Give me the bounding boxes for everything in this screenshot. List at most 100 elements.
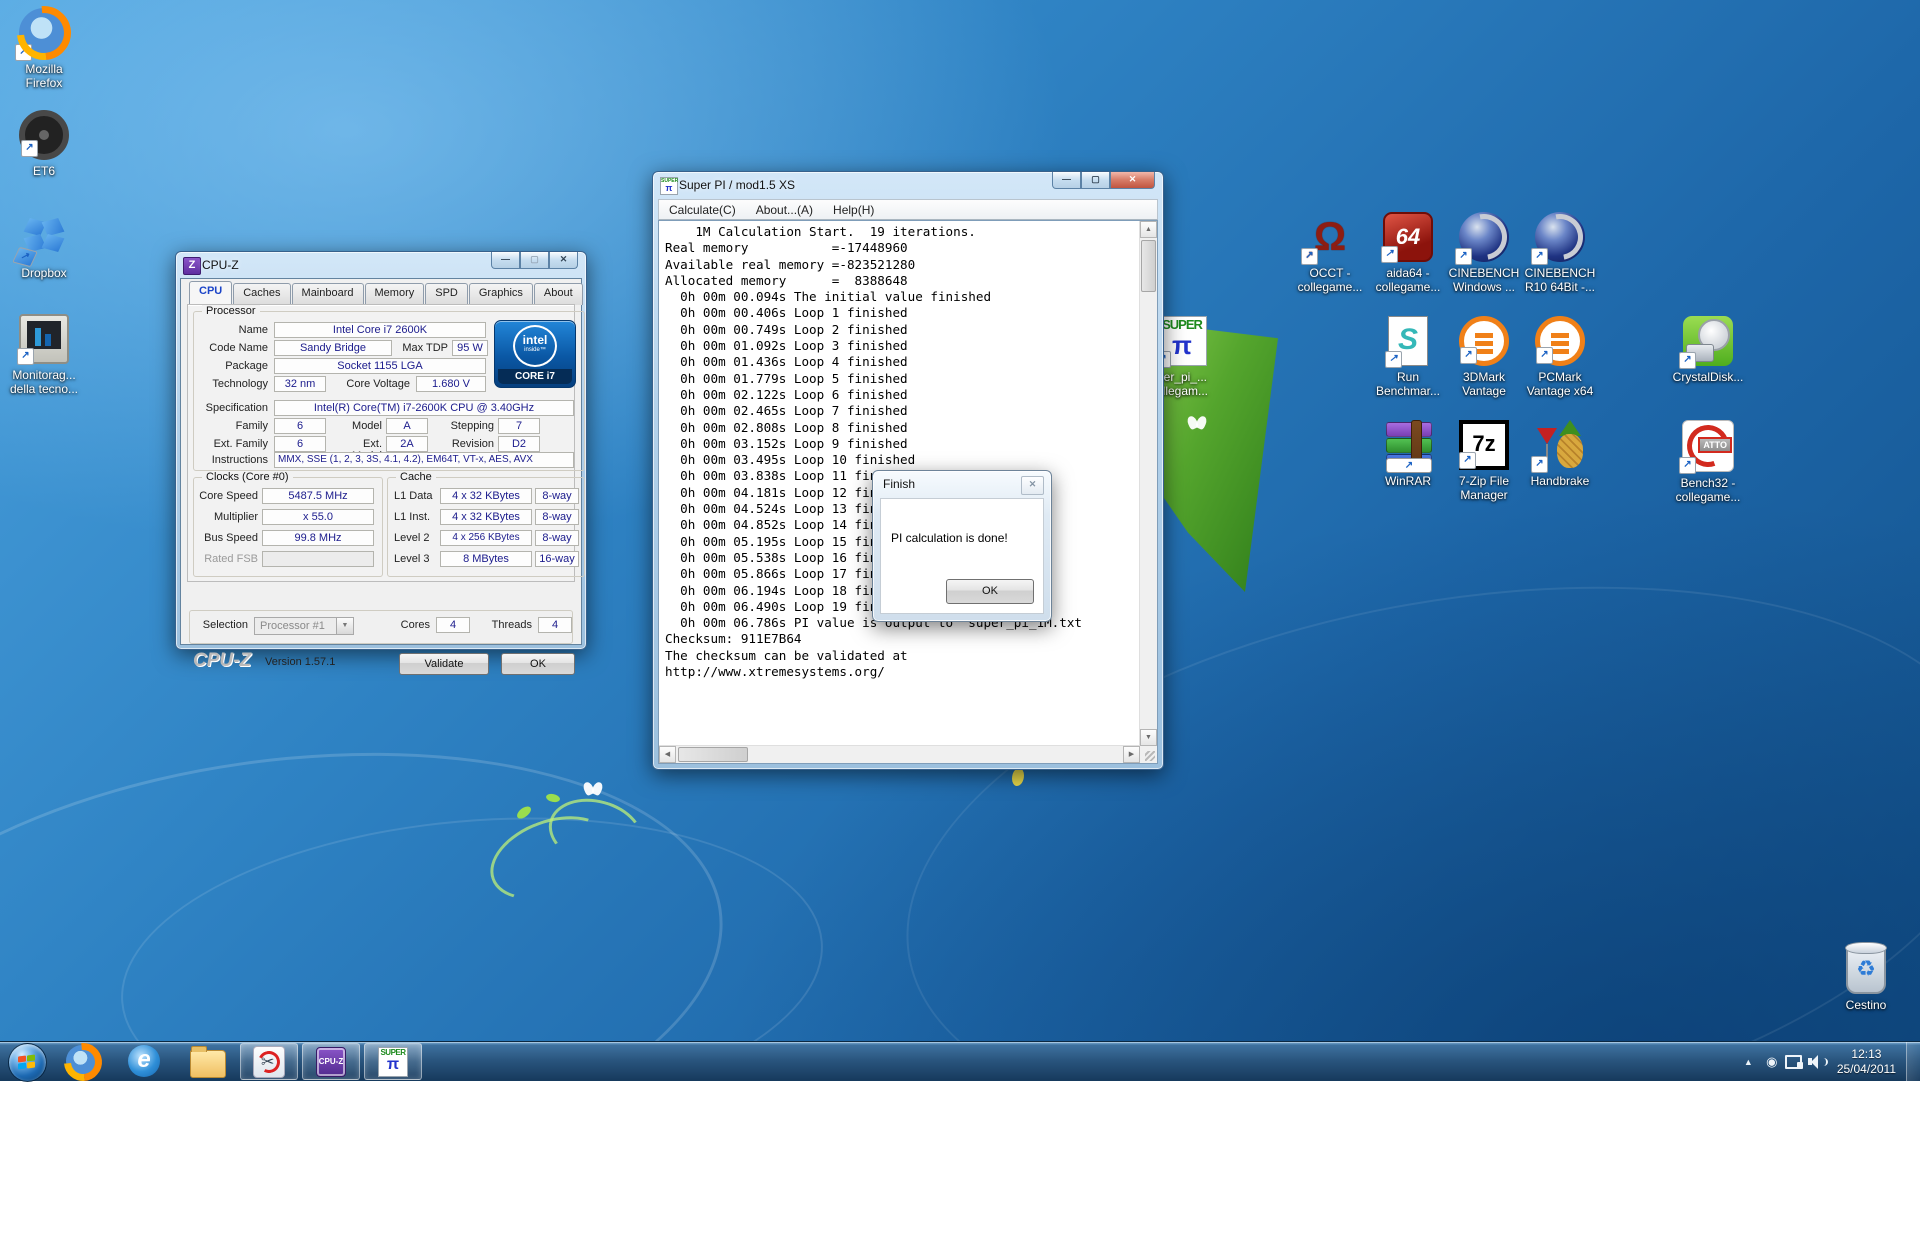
close-button[interactable]: ✕ <box>1110 172 1155 189</box>
field-value: 95 W <box>452 340 488 356</box>
finish-ok-button[interactable]: OK <box>946 579 1034 604</box>
field-value: 4 x 32 KBytes <box>440 509 532 525</box>
wallpaper-sprout <box>488 800 668 890</box>
horizontal-scrollbar[interactable]: ◀ ▶ <box>659 745 1140 763</box>
finish-dialog-titlebar[interactable]: Finish ✕ <box>873 471 1051 497</box>
menu-item-1[interactable]: About...(A) <box>746 203 823 217</box>
field-label: Model <box>332 420 382 432</box>
tab-0[interactable]: CPU <box>189 281 232 306</box>
close-button[interactable]: ✕ <box>549 252 578 269</box>
minimize-button[interactable]: — <box>1052 172 1081 189</box>
desktop-icon-bench32-atto[interactable]: ATTO↗ Bench32 -collegame... <box>1660 420 1756 504</box>
cpuz-cpu-tab-page: Processor Name Intel Core i7 2600K intel… <box>187 304 575 582</box>
taskbar-snipping-tool-button[interactable]: ✂ <box>240 1043 298 1080</box>
desktop-icon-recycle-bin[interactable]: ♻ Cestino <box>1818 944 1914 1012</box>
desktop-icon-monitoring[interactable]: ↗ Monitorag...della tecno... <box>0 314 92 396</box>
show-desktop-button[interactable] <box>1906 1042 1920 1081</box>
scroll-right-icon[interactable]: ▶ <box>1123 746 1140 763</box>
shortcut-arrow-icon: ↗ <box>1536 347 1553 364</box>
menu-item-2[interactable]: Help(H) <box>823 203 884 217</box>
scroll-up-icon[interactable]: ▲ <box>1140 221 1157 238</box>
shortcut-arrow-icon: ↗ <box>1455 248 1472 265</box>
field-value: 6 <box>274 436 326 452</box>
handbrake-pineapple-icon: ↗ <box>1535 420 1585 470</box>
console-line-10: 0h 00m 02.122s Loop 6 finished <box>665 387 1137 403</box>
field-label: Family <box>196 420 268 432</box>
field-value: Intel(R) Core(TM) i7-2600K CPU @ 3.40GHz <box>274 400 574 416</box>
taskbar-firefox-icon[interactable] <box>66 1045 100 1079</box>
tab-6[interactable]: About <box>534 283 583 305</box>
scroll-left-icon[interactable]: ◀ <box>659 746 676 763</box>
field-label: Bus Speed <box>196 532 258 544</box>
processor-select[interactable]: Processor #1▼ <box>254 617 354 635</box>
field-value: 1.680 V <box>416 376 486 392</box>
desktop-icon-crystaldisk[interactable]: ↗ CrystalDisk... <box>1660 316 1756 384</box>
superpi-taskbar-icon: SUPERπ <box>378 1047 408 1077</box>
shortcut-arrow-icon: ↗ <box>1531 456 1548 473</box>
field-label: Core Voltage <box>332 378 410 390</box>
field-value: MMX, SSE (1, 2, 3, 3S, 4.1, 4.2), EM64T,… <box>274 452 574 468</box>
taskbar-cpuz-button[interactable]: CPU-Z <box>302 1043 360 1080</box>
close-icon[interactable]: ✕ <box>1021 476 1044 495</box>
validate-button[interactable]: Validate <box>399 653 489 675</box>
taskbar-ie-icon[interactable]: e <box>128 1045 162 1079</box>
menu-item-0[interactable]: Calculate(C) <box>659 203 746 217</box>
field-value: D2 <box>498 436 540 452</box>
console-line-8: 0h 00m 01.436s Loop 4 finished <box>665 354 1137 370</box>
vertical-scrollbar[interactable]: ▲ ▼ <box>1139 221 1157 746</box>
maximize-button[interactable]: ▢ <box>1081 172 1110 189</box>
desktop-icon-handbrake[interactable]: ↗ Handbrake <box>1512 420 1608 488</box>
field-value: 6 <box>274 418 326 434</box>
cache-group: Cache L1 Data 4 x 32 KBytes 8-way L1 Ins… <box>387 477 585 577</box>
tab-4[interactable]: SPD <box>425 283 468 305</box>
tab-3[interactable]: Memory <box>365 283 425 305</box>
tab-5[interactable]: Graphics <box>469 283 533 305</box>
icon-label: Bench32 - <box>1660 476 1756 490</box>
ok-button[interactable]: OK <box>501 653 575 675</box>
cpuz-taskbar-icon: CPU-Z <box>316 1047 346 1077</box>
vertical-scroll-thumb[interactable] <box>1141 240 1156 292</box>
taskbar-superpi-button[interactable]: SUPERπ <box>364 1043 422 1080</box>
field-label: Multiplier <box>196 511 258 523</box>
horizontal-scroll-thumb[interactable] <box>678 747 748 762</box>
clock-time: 12:13 <box>1837 1047 1896 1062</box>
volume-tray-icon[interactable] <box>1805 1055 1827 1069</box>
desktop-icon-pcmark-vantage[interactable]: ↗ PCMarkVantage x64 <box>1512 316 1608 398</box>
icon-label: collegame... <box>1660 490 1756 504</box>
start-button[interactable] <box>8 1043 47 1082</box>
cpuz-tab-bar: CPUCachesMainboardMemorySPDGraphicsAbout <box>189 283 584 304</box>
icon-label: CrystalDisk... <box>1660 370 1756 384</box>
icon-label: Cestino <box>1818 998 1914 1012</box>
field-label: Technology <box>196 378 268 390</box>
shortcut-arrow-icon: ↗ <box>1460 347 1477 364</box>
field-label: L1 Data <box>394 490 438 502</box>
network-tray-icon[interactable] <box>1783 1055 1805 1069</box>
field-value: 7 <box>498 418 540 434</box>
desktop-icon-cinebench-r10[interactable]: ↗ CINEBENCHR10 64Bit -... <box>1512 212 1608 294</box>
scroll-down-icon[interactable]: ▼ <box>1140 729 1157 746</box>
show-hidden-icons-button[interactable]: ▲ <box>1736 1057 1761 1067</box>
field-label: Level 2 <box>394 532 438 544</box>
minimize-button[interactable]: — <box>491 252 520 269</box>
resize-grip[interactable] <box>1140 746 1157 763</box>
cpuz-window-title: CPU-Z <box>202 258 239 272</box>
superpi-titlebar[interactable]: SUPER π Super PI / mod1.5 XS — ▢ ✕ <box>653 172 1163 198</box>
tab-2[interactable]: Mainboard <box>292 283 364 305</box>
desktop-icon-et6[interactable]: ↗ ET6 <box>0 110 92 178</box>
wireless-tray-icon[interactable]: ◉ <box>1761 1054 1783 1070</box>
field-value: 8 MBytes <box>440 551 532 567</box>
field-value: A <box>386 418 428 434</box>
tab-1[interactable]: Caches <box>233 283 290 305</box>
taskbar-clock[interactable]: 12:13 25/04/2011 <box>1827 1047 1906 1077</box>
finish-message: PI calculation is done! <box>891 531 1008 545</box>
7zip-icon: 7z↗ <box>1459 420 1509 470</box>
desktop-icon-firefox[interactable]: ↗ MozillaFirefox <box>0 8 92 90</box>
field-label: L1 Inst. <box>394 511 438 523</box>
icon-label: Handbrake <box>1512 474 1608 488</box>
desktop-icon-dropbox[interactable]: ↗ Dropbox <box>0 212 92 280</box>
icon-label: CINEBENCH <box>1512 266 1608 280</box>
intel-core-i7-logo: intelinside™ CORE i7 <box>494 320 576 388</box>
cpuz-titlebar[interactable]: Z CPU-Z — ▢ ✕ <box>176 252 586 278</box>
taskbar-explorer-icon[interactable] <box>190 1045 224 1079</box>
maximize-button[interactable]: ▢ <box>520 252 549 269</box>
